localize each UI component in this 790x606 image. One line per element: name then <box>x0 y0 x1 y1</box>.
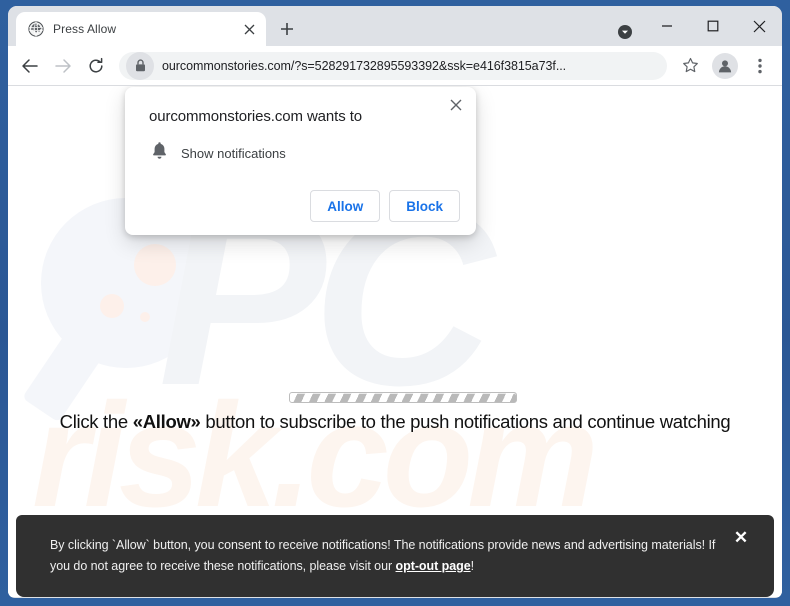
watermark-dot <box>100 294 124 318</box>
message-suffix: button to subscribe to the push notifica… <box>200 411 731 432</box>
tab-close-icon[interactable] <box>240 20 258 38</box>
tab-search-icon[interactable] <box>610 6 640 46</box>
browser-toolbar: ourcommonstories.com/?s=5282917328955933… <box>8 46 782 86</box>
watermark-dot <box>140 312 150 322</box>
dialog-title: ourcommonstories.com wants to <box>149 108 363 125</box>
maximize-button[interactable] <box>690 10 736 42</box>
star-icon[interactable] <box>674 50 706 82</box>
browser-window: Press Allow ourcommonstories.com/?s=5282… <box>8 6 782 598</box>
watermark-risk-text: risk.com <box>32 373 599 538</box>
consent-text-after: ! <box>470 559 475 573</box>
reload-icon[interactable] <box>80 50 112 82</box>
tab-title: Press Allow <box>53 22 117 36</box>
address-bar[interactable]: ourcommonstories.com/?s=5282917328955933… <box>119 51 667 80</box>
back-arrow-icon[interactable] <box>14 50 46 82</box>
dialog-permission-label: Show notifications <box>181 145 286 161</box>
page-viewport: PC risk.com Click the «Allow» button to … <box>8 86 782 597</box>
address-bar-url: ourcommonstories.com/?s=5282917328955933… <box>162 58 567 73</box>
message-prefix: Click the <box>59 411 133 432</box>
new-tab-button[interactable] <box>272 14 302 44</box>
consent-notice-bar: By clicking `Allow` button, you consent … <box>16 515 774 597</box>
consent-close-icon[interactable]: ✕ <box>726 528 756 558</box>
window-controls <box>610 6 782 46</box>
three-dot-menu-icon[interactable] <box>744 50 776 82</box>
dialog-actions: Allow Block <box>141 165 460 222</box>
consent-notice-text: By clicking `Allow` button, you consent … <box>50 535 726 577</box>
message-emphasis: «Allow» <box>132 411 201 432</box>
loading-progress-bar <box>289 392 517 403</box>
notification-permission-dialog: ourcommonstories.com wants to Show notif… <box>125 87 476 235</box>
close-window-button[interactable] <box>736 10 782 42</box>
forward-arrow-icon <box>47 50 79 82</box>
browser-tab[interactable]: Press Allow <box>16 12 266 46</box>
consent-text-before: By clicking `Allow` button, you consent … <box>50 538 716 573</box>
dialog-close-icon[interactable] <box>446 95 466 115</box>
lock-icon[interactable] <box>126 51 154 80</box>
globe-icon <box>28 21 44 37</box>
allow-button[interactable]: Allow <box>310 190 381 222</box>
minimize-button[interactable] <box>644 10 690 42</box>
page-instruction-text: Click the «Allow» button to subscribe to… <box>8 411 782 433</box>
bell-icon <box>151 141 168 165</box>
opt-out-link[interactable]: opt-out page <box>396 559 471 573</box>
profile-avatar-icon[interactable] <box>712 52 738 79</box>
os-window-frame: Press Allow ourcommonstories.com/?s=5282… <box>0 0 790 606</box>
dialog-permission-row: Show notifications <box>141 125 460 165</box>
tab-strip: Press Allow <box>8 6 782 46</box>
block-button[interactable]: Block <box>389 190 460 222</box>
